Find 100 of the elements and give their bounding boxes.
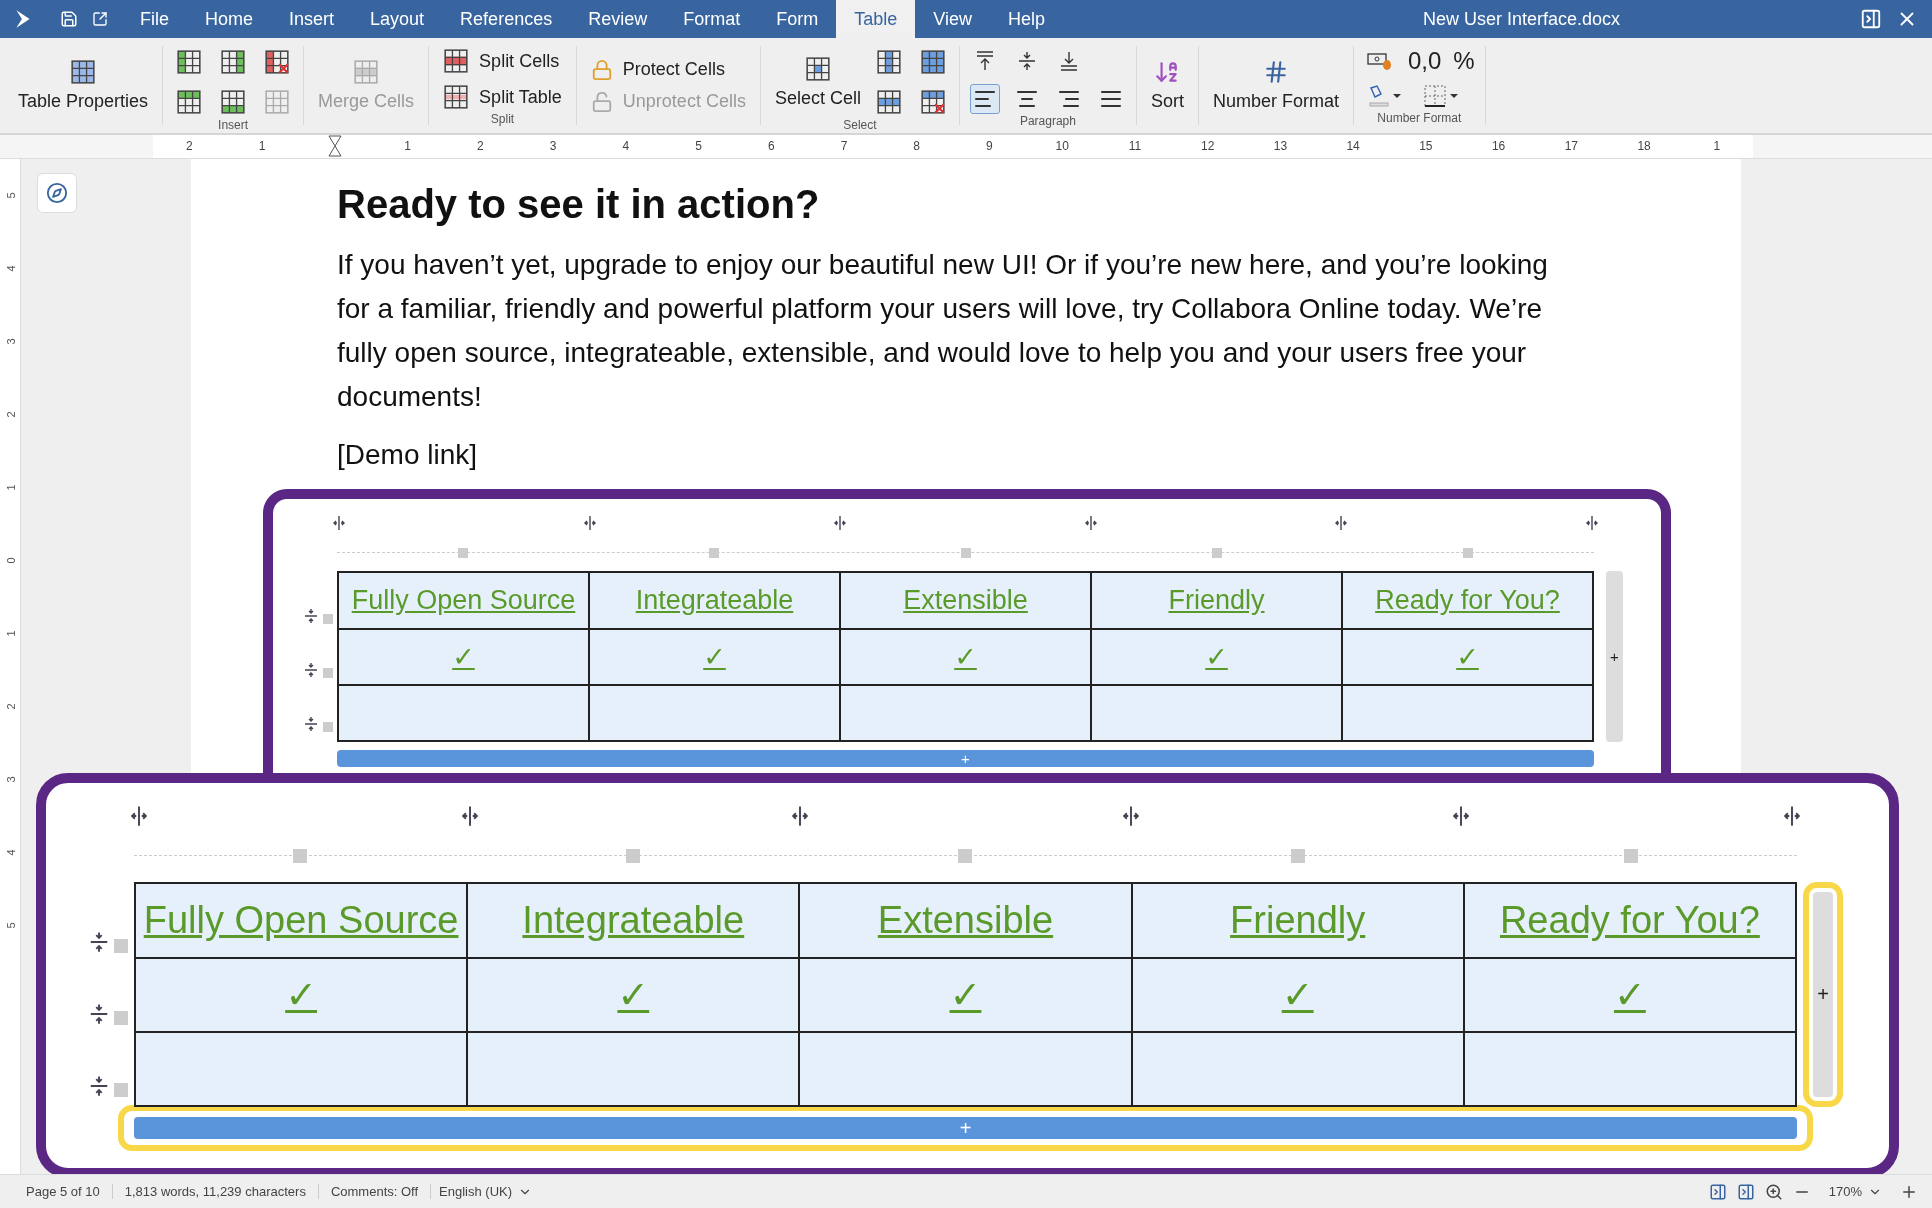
table-grid-icon <box>220 89 247 115</box>
zoom-icon[interactable] <box>1764 1182 1783 1201</box>
table-grid-icon <box>176 49 203 75</box>
row-marker-icon[interactable] <box>88 931 110 953</box>
sort-button[interactable]: Sort <box>1146 57 1188 114</box>
header-link[interactable]: Friendly <box>1230 899 1366 941</box>
table-properties-button[interactable]: Table Properties <box>14 57 153 114</box>
check-mark: ✓ <box>949 974 982 1016</box>
header-link[interactable]: Integrateable <box>635 585 794 615</box>
zoom-dropdown[interactable]: 170% <box>1820 1184 1890 1199</box>
column-handle[interactable] <box>1291 849 1306 863</box>
align-button[interactable] <box>969 84 1000 114</box>
column-handle[interactable] <box>960 548 971 558</box>
add-column-bar[interactable]: + <box>1813 892 1833 1097</box>
column-handle[interactable] <box>958 849 973 863</box>
ruler-number: 2 <box>3 410 17 420</box>
row-handle[interactable] <box>323 614 333 624</box>
column-handle[interactable] <box>1211 548 1222 558</box>
select-cell-button[interactable]: Select Cell <box>770 53 865 111</box>
compass-icon <box>46 182 68 204</box>
percent-format-button[interactable]: % <box>1453 46 1475 75</box>
ruler-number: 4 <box>621 138 631 155</box>
indent-marker-icon[interactable] <box>326 135 343 157</box>
language-dropdown[interactable]: English (UK) <box>431 1184 541 1199</box>
column-marker-icon[interactable] <box>128 805 150 827</box>
menu-tab[interactable]: File <box>122 0 187 38</box>
header-link[interactable]: Extensible <box>903 585 1028 615</box>
protect-button[interactable]: Protect Cells <box>586 56 750 83</box>
ruler-number: 5 <box>694 138 703 155</box>
row-handle[interactable] <box>114 1011 128 1025</box>
row-handle[interactable] <box>114 939 128 953</box>
column-handle[interactable] <box>457 548 468 558</box>
menu-tab[interactable]: Review <box>570 0 666 38</box>
table-grid-icon <box>220 49 247 75</box>
header-link[interactable]: Fully Open Source <box>351 585 576 615</box>
ruler-number: 8 <box>912 138 922 155</box>
table-grid-icon <box>443 48 470 74</box>
header-link[interactable]: Extensible <box>877 899 1054 941</box>
menu-tab[interactable]: Format <box>665 0 759 38</box>
column-handle[interactable] <box>1623 849 1638 863</box>
menu-tab[interactable]: View <box>915 0 990 38</box>
column-marker-icon[interactable] <box>331 515 347 531</box>
menu-tab[interactable]: Home <box>187 0 272 38</box>
menu-tab[interactable]: Insert <box>271 0 353 38</box>
ruler-number: 1 <box>403 138 412 155</box>
paint-bucket-icon <box>1367 83 1401 108</box>
sidebar-toggle-icon[interactable] <box>1860 8 1882 30</box>
ruler-number: 9 <box>985 138 994 155</box>
group-caption: Split <box>490 112 515 126</box>
row-marker-icon[interactable] <box>88 1003 110 1025</box>
split-button[interactable]: Split Table <box>439 82 566 112</box>
save-icon[interactable] <box>60 10 78 28</box>
header-link[interactable]: Ready for You? <box>1375 585 1560 615</box>
row-marker-icon[interactable] <box>88 1075 110 1097</box>
open-external-icon[interactable] <box>92 11 108 27</box>
layout-icon[interactable] <box>1708 1182 1727 1201</box>
column-handle[interactable] <box>293 849 308 863</box>
add-row-bar[interactable]: + <box>337 750 1594 767</box>
check-mark: ✓ <box>617 974 650 1016</box>
header-link[interactable]: Friendly <box>1168 585 1265 615</box>
decimal-format-button[interactable]: 0,0 <box>1408 46 1442 75</box>
layout-icon[interactable] <box>1736 1182 1755 1201</box>
header-link[interactable]: Ready for You? <box>1499 899 1760 941</box>
row-marker-icon[interactable] <box>303 716 319 732</box>
check-mark: ✓ <box>285 974 317 1016</box>
check-mark: ✓ <box>1613 974 1646 1016</box>
table-grid-icon <box>264 89 291 115</box>
menu-tab[interactable]: Layout <box>352 0 443 38</box>
table-grid-icon <box>443 84 470 110</box>
lock-icon <box>590 58 613 81</box>
ruler-number: 0 <box>3 556 17 566</box>
add-row-bar[interactable]: + <box>134 1117 1797 1139</box>
ruler-number: 2 <box>3 702 17 712</box>
row-marker-icon[interactable] <box>303 662 319 678</box>
column-handle[interactable] <box>1463 548 1474 558</box>
word-count: 1,813 words, 11,239 characters <box>112 1184 319 1199</box>
ruler-number: 17 <box>1563 138 1579 155</box>
row-handle[interactable] <box>114 1083 128 1097</box>
row-handle[interactable] <box>323 668 333 678</box>
ruler-number: 4 <box>3 264 17 274</box>
header-link[interactable]: Fully Open Source <box>143 899 459 941</box>
menu-tab[interactable]: References <box>442 0 571 38</box>
ruler-number: 7 <box>839 138 849 155</box>
row-handle[interactable] <box>323 722 333 732</box>
borders-icon <box>1423 83 1459 108</box>
menu-tab[interactable]: Help <box>989 0 1063 38</box>
header-link[interactable]: Integrateable <box>522 899 745 941</box>
row-marker-icon[interactable] <box>303 608 319 624</box>
navigator-button[interactable] <box>37 173 77 213</box>
add-column-bar[interactable]: + <box>1606 571 1623 742</box>
table-grid-icon <box>804 55 831 82</box>
check-mark: ✓ <box>1281 974 1314 1016</box>
menu-tab[interactable]: Form <box>758 0 837 38</box>
split-button[interactable]: Split Cells <box>439 46 566 76</box>
column-handle[interactable] <box>625 849 640 863</box>
column-handle[interactable] <box>709 548 720 558</box>
ruler-number: 1 <box>3 629 17 639</box>
number-format-button[interactable]: Number Format <box>1208 57 1343 114</box>
window-title: New User Interface.docx <box>1421 8 1621 30</box>
menu-tab[interactable]: Table <box>836 0 916 38</box>
